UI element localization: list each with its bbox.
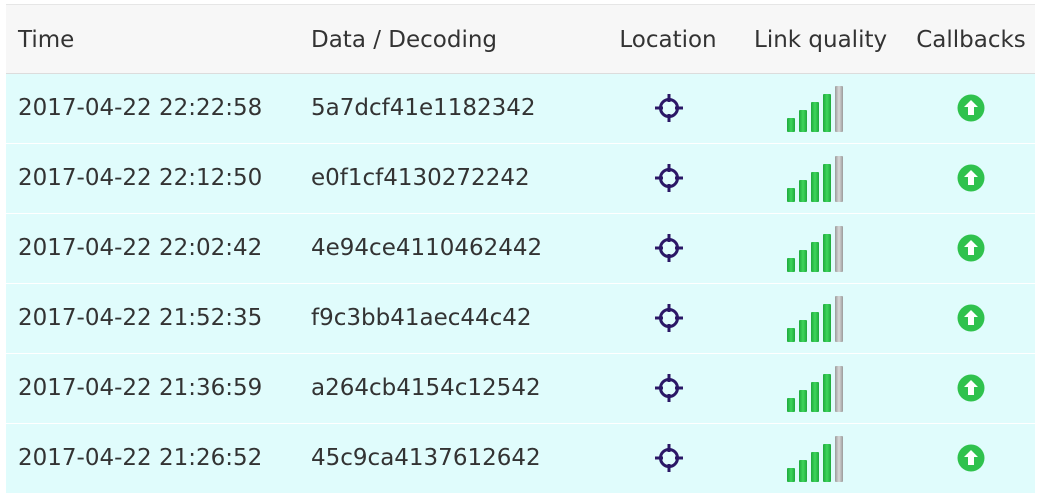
crosshair-icon[interactable] <box>654 373 684 403</box>
data-cell: 5a7dcf41e1182342 <box>311 95 536 121</box>
table-header: Time Data / Decoding Location Link quali… <box>6 4 1035 74</box>
column-header-link-quality[interactable]: Link quality <box>754 5 887 75</box>
arrow-up-circle-icon[interactable] <box>957 444 985 472</box>
signal-bar <box>787 118 795 132</box>
column-header-location[interactable]: Location <box>618 5 718 75</box>
arrow-up-circle-icon[interactable] <box>957 234 985 262</box>
column-header-callbacks[interactable]: Callbacks <box>916 5 1026 75</box>
data-cell: f9c3bb41aec44c42 <box>311 305 532 331</box>
signal-bar <box>835 86 843 132</box>
crosshair-icon[interactable] <box>654 233 684 263</box>
link-quality-signal-icon <box>787 366 851 412</box>
table-row: 2017-04-22 22:02:42 4e94ce4110462442 <box>6 214 1035 284</box>
time-cell: 2017-04-22 22:12:50 <box>18 165 263 191</box>
signal-bar <box>799 110 807 132</box>
signal-bar <box>799 460 807 482</box>
signal-bar <box>799 250 807 272</box>
crosshair-icon[interactable] <box>654 303 684 333</box>
signal-bar <box>823 164 831 202</box>
signal-bar <box>811 172 819 202</box>
signal-bar <box>799 390 807 412</box>
signal-bar <box>811 242 819 272</box>
data-cell: a264cb4154c12542 <box>311 375 541 401</box>
signal-bar <box>835 296 843 342</box>
table-row: 2017-04-22 22:12:50 e0f1cf4130272242 <box>6 144 1035 214</box>
arrow-up-circle-icon[interactable] <box>957 164 985 192</box>
data-cell: 4e94ce4110462442 <box>311 235 543 261</box>
signal-bar <box>823 304 831 342</box>
link-quality-signal-icon <box>787 226 851 272</box>
time-cell: 2017-04-22 21:26:52 <box>18 445 263 471</box>
time-cell: 2017-04-22 22:22:58 <box>18 95 263 121</box>
signal-bar <box>835 156 843 202</box>
column-header-data[interactable]: Data / Decoding <box>311 5 497 75</box>
signal-bar <box>787 188 795 202</box>
link-quality-signal-icon <box>787 156 851 202</box>
signal-bar <box>823 374 831 412</box>
column-header-time[interactable]: Time <box>18 5 74 75</box>
time-cell: 2017-04-22 21:52:35 <box>18 305 263 331</box>
signal-bar <box>835 436 843 482</box>
time-cell: 2017-04-22 21:36:59 <box>18 375 263 401</box>
messages-table: Time Data / Decoding Location Link quali… <box>6 4 1035 498</box>
signal-bar <box>787 398 795 412</box>
signal-bar <box>811 312 819 342</box>
signal-bar <box>835 226 843 272</box>
arrow-up-circle-icon[interactable] <box>957 374 985 402</box>
link-quality-signal-icon <box>787 296 851 342</box>
link-quality-signal-icon <box>787 436 851 482</box>
crosshair-icon[interactable] <box>654 93 684 123</box>
signal-bar <box>823 234 831 272</box>
signal-bar <box>823 94 831 132</box>
data-cell: 45c9ca4137612642 <box>311 445 541 471</box>
arrow-up-circle-icon[interactable] <box>957 304 985 332</box>
crosshair-icon[interactable] <box>654 443 684 473</box>
signal-bar <box>799 320 807 342</box>
link-quality-signal-icon <box>787 86 851 132</box>
table-row: 2017-04-22 21:36:59 a264cb4154c12542 <box>6 354 1035 424</box>
signal-bar <box>811 382 819 412</box>
arrow-up-circle-icon[interactable] <box>957 94 985 122</box>
signal-bar <box>811 452 819 482</box>
signal-bar <box>787 468 795 482</box>
time-cell: 2017-04-22 22:02:42 <box>18 235 263 261</box>
signal-bar <box>799 180 807 202</box>
data-cell: e0f1cf4130272242 <box>311 165 530 191</box>
signal-bar <box>823 444 831 482</box>
signal-bar <box>811 102 819 132</box>
crosshair-icon[interactable] <box>654 163 684 193</box>
table-row: 2017-04-22 21:26:52 45c9ca4137612642 <box>6 424 1035 494</box>
signal-bar <box>835 366 843 412</box>
signal-bar <box>787 258 795 272</box>
table-row: 2017-04-22 21:52:35 f9c3bb41aec44c42 <box>6 284 1035 354</box>
table-row: 2017-04-22 22:22:58 5a7dcf41e1182342 <box>6 74 1035 144</box>
signal-bar <box>787 328 795 342</box>
